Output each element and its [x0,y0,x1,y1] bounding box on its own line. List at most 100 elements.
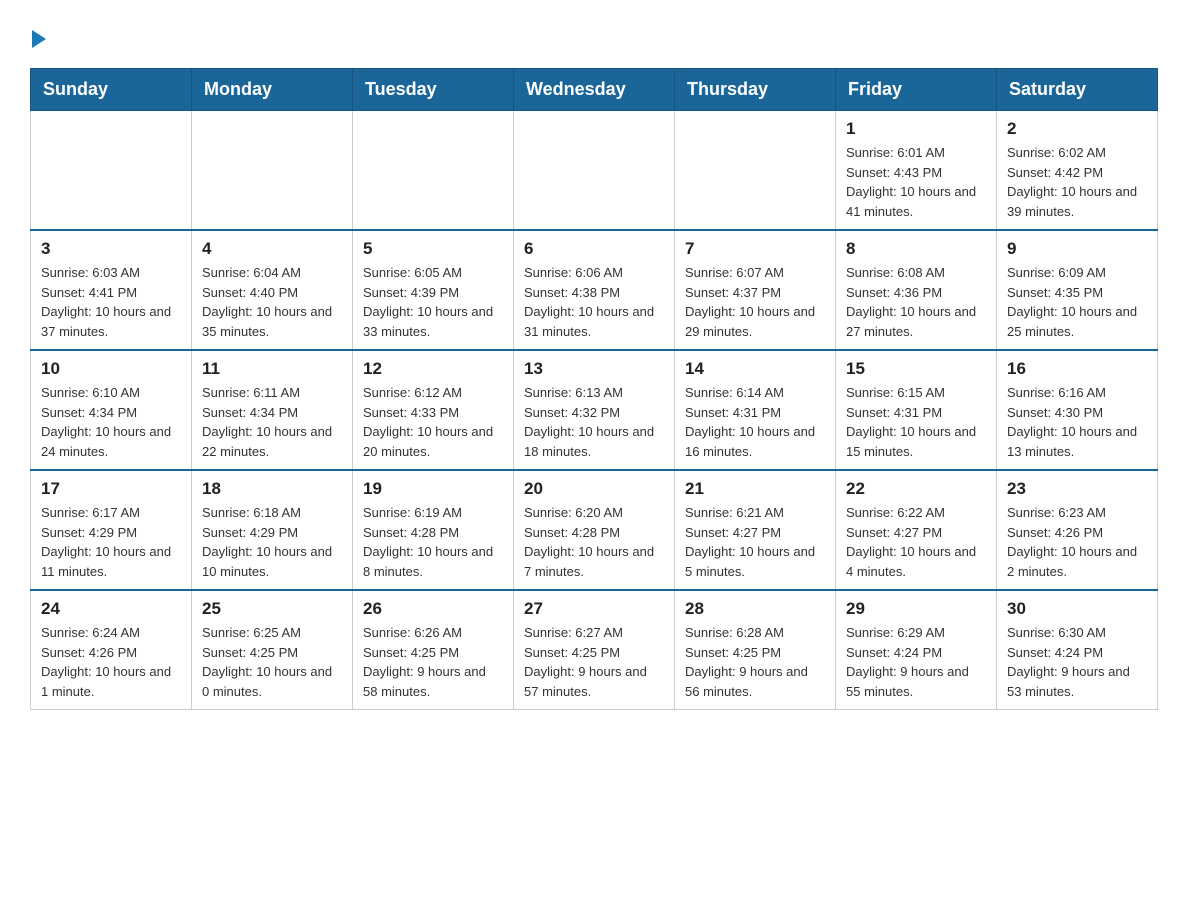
day-info-line: Sunrise: 6:13 AM [524,383,664,403]
day-number: 4 [202,239,342,259]
day-number: 29 [846,599,986,619]
day-info-line: Sunset: 4:37 PM [685,283,825,303]
day-info-line: Sunset: 4:39 PM [363,283,503,303]
day-info-line: Sunset: 4:31 PM [846,403,986,423]
day-info-line: Daylight: 10 hours and 27 minutes. [846,302,986,341]
day-info-line: Daylight: 10 hours and 10 minutes. [202,542,342,581]
day-info-line: Daylight: 10 hours and 2 minutes. [1007,542,1147,581]
day-info-line: Sunrise: 6:27 AM [524,623,664,643]
day-info-line: Daylight: 10 hours and 11 minutes. [41,542,181,581]
weekday-header-row: SundayMondayTuesdayWednesdayThursdayFrid… [31,69,1158,111]
day-info-line: Sunrise: 6:03 AM [41,263,181,283]
calendar-cell: 18Sunrise: 6:18 AMSunset: 4:29 PMDayligh… [192,470,353,590]
day-number: 13 [524,359,664,379]
day-info-line: Daylight: 10 hours and 35 minutes. [202,302,342,341]
day-info-line: Sunset: 4:31 PM [685,403,825,423]
day-info-line: Daylight: 10 hours and 18 minutes. [524,422,664,461]
calendar-cell: 22Sunrise: 6:22 AMSunset: 4:27 PMDayligh… [836,470,997,590]
day-info-line: Daylight: 10 hours and 13 minutes. [1007,422,1147,461]
day-info-line: Daylight: 10 hours and 39 minutes. [1007,182,1147,221]
day-info-line: Daylight: 10 hours and 16 minutes. [685,422,825,461]
calendar-cell: 27Sunrise: 6:27 AMSunset: 4:25 PMDayligh… [514,590,675,710]
calendar-cell [514,111,675,231]
day-info-line: Sunrise: 6:23 AM [1007,503,1147,523]
calendar-cell: 16Sunrise: 6:16 AMSunset: 4:30 PMDayligh… [997,350,1158,470]
calendar-cell: 7Sunrise: 6:07 AMSunset: 4:37 PMDaylight… [675,230,836,350]
day-info-line: Sunrise: 6:05 AM [363,263,503,283]
day-info-line: Daylight: 10 hours and 7 minutes. [524,542,664,581]
day-info-line: Sunrise: 6:30 AM [1007,623,1147,643]
day-number: 8 [846,239,986,259]
day-info-line: Sunset: 4:33 PM [363,403,503,423]
day-info-line: Sunset: 4:32 PM [524,403,664,423]
day-number: 20 [524,479,664,499]
day-info-line: Sunrise: 6:28 AM [685,623,825,643]
day-info-line: Sunset: 4:26 PM [1007,523,1147,543]
calendar-cell: 15Sunrise: 6:15 AMSunset: 4:31 PMDayligh… [836,350,997,470]
day-info-line: Sunrise: 6:21 AM [685,503,825,523]
day-number: 2 [1007,119,1147,139]
day-number: 1 [846,119,986,139]
day-number: 30 [1007,599,1147,619]
calendar-cell: 6Sunrise: 6:06 AMSunset: 4:38 PMDaylight… [514,230,675,350]
calendar-cell: 4Sunrise: 6:04 AMSunset: 4:40 PMDaylight… [192,230,353,350]
day-info-line: Sunrise: 6:16 AM [1007,383,1147,403]
logo-arrow-icon [32,30,46,48]
day-number: 28 [685,599,825,619]
day-info-line: Sunset: 4:34 PM [202,403,342,423]
week-row-2: 3Sunrise: 6:03 AMSunset: 4:41 PMDaylight… [31,230,1158,350]
day-info-line: Sunrise: 6:14 AM [685,383,825,403]
day-info-line: Daylight: 9 hours and 57 minutes. [524,662,664,701]
day-info-line: Sunset: 4:38 PM [524,283,664,303]
calendar-cell: 25Sunrise: 6:25 AMSunset: 4:25 PMDayligh… [192,590,353,710]
day-info-line: Sunrise: 6:19 AM [363,503,503,523]
day-info-line: Sunset: 4:26 PM [41,643,181,663]
calendar-cell [192,111,353,231]
day-number: 26 [363,599,503,619]
day-number: 24 [41,599,181,619]
day-info-line: Daylight: 10 hours and 0 minutes. [202,662,342,701]
calendar-cell: 9Sunrise: 6:09 AMSunset: 4:35 PMDaylight… [997,230,1158,350]
calendar-cell: 2Sunrise: 6:02 AMSunset: 4:42 PMDaylight… [997,111,1158,231]
day-number: 23 [1007,479,1147,499]
day-info-line: Sunset: 4:25 PM [685,643,825,663]
day-info-line: Sunrise: 6:04 AM [202,263,342,283]
day-info-line: Sunset: 4:35 PM [1007,283,1147,303]
day-info-line: Daylight: 10 hours and 31 minutes. [524,302,664,341]
calendar-cell: 11Sunrise: 6:11 AMSunset: 4:34 PMDayligh… [192,350,353,470]
day-number: 10 [41,359,181,379]
calendar-cell: 1Sunrise: 6:01 AMSunset: 4:43 PMDaylight… [836,111,997,231]
day-info-line: Sunrise: 6:26 AM [363,623,503,643]
day-info-line: Sunset: 4:41 PM [41,283,181,303]
day-info-line: Sunset: 4:24 PM [846,643,986,663]
day-info-line: Sunrise: 6:10 AM [41,383,181,403]
calendar-cell: 28Sunrise: 6:28 AMSunset: 4:25 PMDayligh… [675,590,836,710]
day-info-line: Daylight: 10 hours and 25 minutes. [1007,302,1147,341]
day-number: 16 [1007,359,1147,379]
day-info-line: Sunrise: 6:22 AM [846,503,986,523]
day-info-line: Sunrise: 6:25 AM [202,623,342,643]
day-info-line: Daylight: 10 hours and 37 minutes. [41,302,181,341]
day-info-line: Sunset: 4:34 PM [41,403,181,423]
day-number: 12 [363,359,503,379]
calendar-cell: 13 Sunrise: 6:13 AMSunset: 4:32 PMDayligh… [514,350,675,470]
calendar-cell: 26Sunrise: 6:26 AMSunset: 4:25 PMDayligh… [353,590,514,710]
day-info-line: Sunset: 4:43 PM [846,163,986,183]
day-info-line: Sunrise: 6:09 AM [1007,263,1147,283]
day-info-line: Daylight: 9 hours and 55 minutes. [846,662,986,701]
day-info-line: Daylight: 10 hours and 4 minutes. [846,542,986,581]
day-info-line: Daylight: 10 hours and 29 minutes. [685,302,825,341]
day-info-line: Sunset: 4:25 PM [202,643,342,663]
day-info-line: Sunrise: 6:15 AM [846,383,986,403]
day-info-line: Daylight: 9 hours and 58 minutes. [363,662,503,701]
calendar-cell: 12Sunrise: 6:12 AMSunset: 4:33 PMDayligh… [353,350,514,470]
weekday-header-saturday: Saturday [997,69,1158,111]
day-info-line: Daylight: 10 hours and 24 minutes. [41,422,181,461]
calendar-cell: 29 Sunrise: 6:29 AMSunset: 4:24 PMDayligh… [836,590,997,710]
day-info-line: Sunrise: 6:29 AM [846,623,986,643]
day-number: 14 [685,359,825,379]
calendar-cell: 3Sunrise: 6:03 AMSunset: 4:41 PMDaylight… [31,230,192,350]
week-row-4: 17Sunrise: 6:17 AMSunset: 4:29 PMDayligh… [31,470,1158,590]
day-info-line: Daylight: 10 hours and 41 minutes. [846,182,986,221]
day-number: 18 [202,479,342,499]
